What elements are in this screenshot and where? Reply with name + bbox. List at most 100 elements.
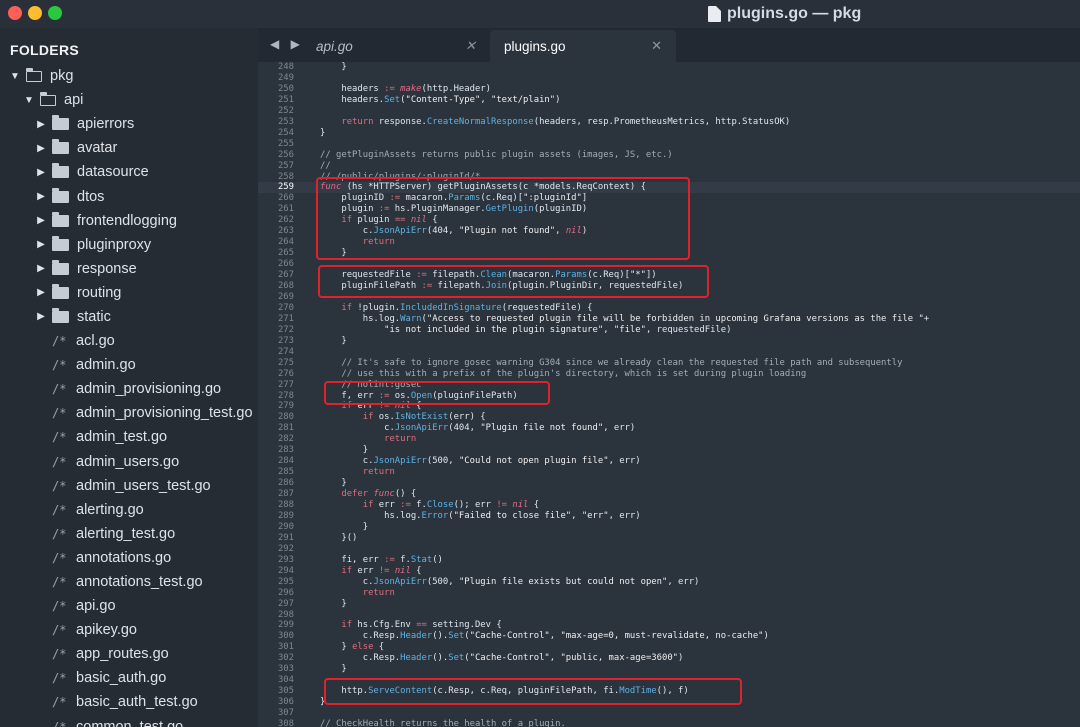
code-line[interactable]: if os.IsNotExist(err) { [320,412,486,422]
code-line[interactable]: } [320,248,346,258]
code-line[interactable]: } [320,599,346,609]
close-window-button[interactable] [8,6,22,20]
tab-nav-arrows[interactable]: ◀ ▶ [270,37,304,51]
code-line[interactable]: c.Resp.Header().Set("Cache-Control", "ma… [320,631,769,641]
code-line[interactable]: return response.CreateNormalResponse(hea… [320,117,790,127]
code-editor[interactable]: 248 249 250 251 252 253 254 255 256 257 258 259 260 2… [258,62,1080,727]
code-line[interactable]: if !plugin.IncludedInSignature(requested… [320,303,592,313]
folder-item[interactable]: ▶ dtos [0,184,258,208]
code-line[interactable]: } [320,62,346,72]
code-line[interactable]: "is not included in the plugin signature… [320,325,731,335]
code-line[interactable]: if err != nil { [320,401,421,411]
tab-api-go[interactable]: api.go ✕ [302,30,490,62]
file-item[interactable]: /* api.go [0,594,258,618]
code-line[interactable]: pluginID := macaron.Params(c.Req)[":plug… [320,193,587,203]
code-line[interactable]: } else { [320,642,384,652]
file-item[interactable]: /* annotations_test.go [0,570,258,594]
code-line[interactable]: fi, err := f.Stat() [320,555,443,565]
code-line[interactable]: defer func() { [320,489,416,499]
code-line[interactable]: return [320,588,395,598]
file-item[interactable]: /* app_routes.go [0,642,258,666]
code-line[interactable]: pluginFilePath := filepath.Join(plugin.P… [320,281,683,291]
code-line[interactable]: // It's safe to ignore gosec warning G30… [320,358,902,368]
code-line[interactable]: } [320,336,346,346]
folder-item[interactable]: ▼ api [0,88,258,112]
chevron-right-icon[interactable]: ▶ [36,287,46,298]
code-file-icon: /* [52,358,67,373]
folder-item[interactable]: ▶ avatar [0,136,258,160]
file-item[interactable]: /* admin_users_test.go [0,474,258,498]
chevron-down-icon[interactable]: ▼ [24,95,34,106]
code-line[interactable]: } [320,478,346,488]
folder-item[interactable]: ▼ pkg [0,64,258,88]
folder-item[interactable]: ▶ routing [0,281,258,305]
chevron-right-icon[interactable]: ▶ [36,119,46,130]
code-line[interactable]: } [320,664,346,674]
close-icon[interactable]: ✕ [651,38,662,54]
code-line[interactable]: if hs.Cfg.Env == setting.Dev { [320,620,501,630]
folder-item[interactable]: ▶ static [0,305,258,329]
tab-plugins-go[interactable]: plugins.go ✕ [490,30,676,62]
folder-item[interactable]: ▶ response [0,257,258,281]
code-line[interactable]: }() [320,533,357,543]
code-line[interactable]: func (hs *HTTPServer) getPluginAssets(c … [320,182,646,192]
file-item[interactable]: /* annotations.go [0,546,258,570]
minimize-window-button[interactable] [28,6,42,20]
chevron-right-icon[interactable]: ▶ [36,215,46,226]
file-item[interactable]: /* apikey.go [0,618,258,642]
chevron-down-icon[interactable]: ▼ [10,71,20,82]
code-line[interactable]: } [320,128,325,138]
file-item[interactable]: /* admin.go [0,353,258,377]
file-item[interactable]: /* admin_provisioning.go [0,377,258,401]
code-line[interactable]: c.JsonApiErr(500, "Plugin file exists bu… [320,577,700,587]
folder-item[interactable]: ▶ pluginproxy [0,233,258,257]
code-line[interactable]: } [320,697,325,707]
code-line[interactable]: hs.log.Warn("Access to requested plugin … [320,314,929,324]
file-item[interactable]: /* basic_auth_test.go [0,690,258,714]
file-item[interactable]: /* admin_test.go [0,425,258,449]
code-line[interactable]: // nolint:gosec [320,380,421,390]
code-line[interactable]: // use this with a prefix of the plugin'… [320,369,806,379]
code-line[interactable]: c.JsonApiErr(500, "Could not open plugin… [320,456,641,466]
file-item[interactable]: /* admin_users.go [0,450,258,474]
chevron-right-icon[interactable]: ▶ [36,239,46,250]
code-line[interactable]: plugin := hs.PluginManager.GetPlugin(plu… [320,204,587,214]
code-line[interactable]: } [320,522,368,532]
code-line[interactable]: return [320,467,395,477]
code-line[interactable]: requestedFile := filepath.Clean(macaron.… [320,270,656,280]
file-item[interactable]: /* acl.go [0,329,258,353]
chevron-right-icon[interactable]: ▶ [36,191,46,202]
zoom-window-button[interactable] [48,6,62,20]
file-item[interactable]: /* basic_auth.go [0,666,258,690]
code-line[interactable]: f, err := os.Open(pluginFilePath) [320,391,517,401]
folder-item[interactable]: ▶ datasource [0,160,258,184]
code-line[interactable]: hs.log.Error("Failed to close file", "er… [320,511,641,521]
folder-item[interactable]: ▶ apierrors [0,112,258,136]
code-line[interactable]: return [320,434,416,444]
code-line[interactable]: c.JsonApiErr(404, "Plugin not found", ni… [320,226,587,236]
code-line[interactable]: } [320,445,368,455]
code-line[interactable]: // /public/plugins/:pluginId/* [320,172,480,182]
file-item[interactable]: /* common_test.go [0,715,258,727]
code-line[interactable]: return [320,237,395,247]
code-line[interactable]: c.Resp.Header().Set("Cache-Control", "pu… [320,653,684,663]
code-line[interactable]: c.JsonApiErr(404, "Plugin file not found… [320,423,635,433]
code-line[interactable]: http.ServeContent(c.Resp, c.Req, pluginF… [320,686,688,696]
chevron-right-icon[interactable]: ▶ [36,263,46,274]
code-line[interactable]: if err := f.Close(); err != nil { [320,500,539,510]
file-item[interactable]: /* admin_provisioning_test.go [0,401,258,425]
close-icon[interactable]: ✕ [465,38,476,54]
file-item[interactable]: /* alerting_test.go [0,522,258,546]
code-line[interactable]: headers.Set("Content-Type", "text/plain"… [320,95,560,105]
code-line[interactable]: // [320,161,331,171]
chevron-right-icon[interactable]: ▶ [36,143,46,154]
code-line[interactable]: headers := make(http.Header) [320,84,491,94]
code-line[interactable]: // CheckHealth returns the health of a p… [320,719,566,727]
file-item[interactable]: /* alerting.go [0,498,258,522]
code-line[interactable]: // getPluginAssets returns public plugin… [320,150,673,160]
code-line[interactable]: if err != nil { [320,566,421,576]
code-line[interactable]: if plugin == nil { [320,215,437,225]
chevron-right-icon[interactable]: ▶ [36,311,46,322]
folder-item[interactable]: ▶ frontendlogging [0,209,258,233]
chevron-right-icon[interactable]: ▶ [36,167,46,178]
